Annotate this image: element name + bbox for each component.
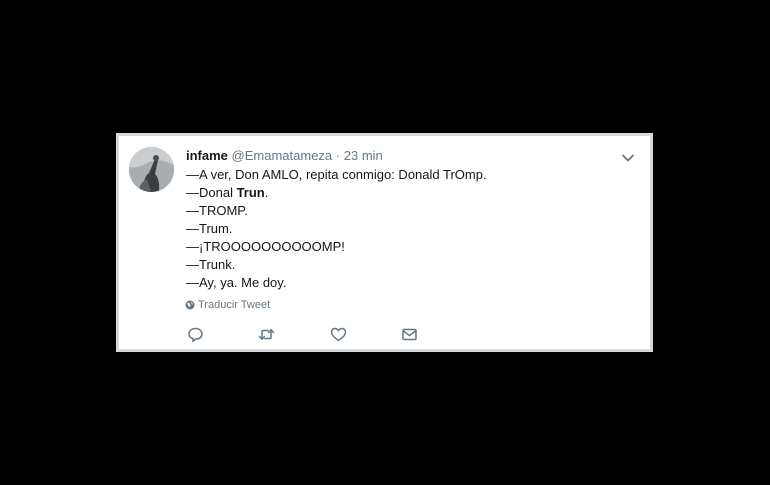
envelope-icon[interactable] bbox=[401, 326, 418, 343]
globe-icon bbox=[185, 300, 195, 310]
user-handle[interactable]: @Emamatameza bbox=[232, 148, 333, 163]
timestamp[interactable]: 23 min bbox=[344, 148, 383, 163]
tweet-header: infame @Emamatameza · 23 min bbox=[186, 147, 383, 165]
translate-tweet-link[interactable]: Traducir Tweet bbox=[185, 298, 270, 312]
tweet-line: —A ver, Don AMLO, repita conmigo: Donald… bbox=[186, 167, 487, 182]
tweet-line: —TROMP. bbox=[186, 203, 248, 218]
tweet-line: —¡TROOOOOOOOOOMP! bbox=[186, 239, 345, 254]
separator-dot: · bbox=[335, 148, 341, 163]
tweet-text: —A ver, Don AMLO, repita conmigo: Donald… bbox=[186, 166, 487, 292]
reply-icon[interactable] bbox=[187, 326, 204, 343]
chevron-down-icon[interactable] bbox=[620, 150, 636, 166]
avatar[interactable] bbox=[129, 147, 174, 192]
translate-label: Traducir Tweet bbox=[198, 299, 271, 311]
tweet-line: —Trunk. bbox=[186, 257, 236, 272]
heart-icon[interactable] bbox=[330, 326, 347, 343]
tweet[interactable]: infame @Emamatameza · 23 min —A ver, Don… bbox=[119, 136, 650, 349]
tweet-line: —Trum. bbox=[186, 221, 233, 236]
tweet-card: infame @Emamatameza · 23 min —A ver, Don… bbox=[116, 133, 653, 352]
retweet-icon[interactable] bbox=[258, 326, 275, 343]
tweet-line: —Donal Trun. bbox=[186, 185, 269, 200]
display-name[interactable]: infame bbox=[186, 148, 228, 163]
tweet-line: —Ay, ya. Me doy. bbox=[186, 275, 287, 290]
